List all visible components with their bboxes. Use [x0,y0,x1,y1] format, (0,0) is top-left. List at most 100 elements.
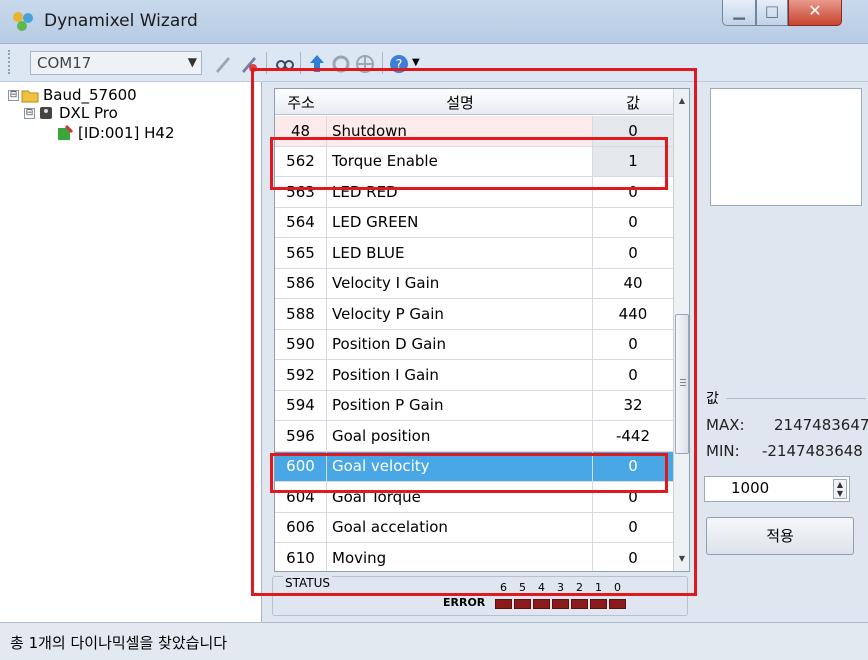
search-icon[interactable] [274,53,296,75]
window-title: Dynamixel Wizard [44,11,198,31]
table-row[interactable]: 564 LED GREEN 0 [275,207,673,238]
info-box [710,88,862,206]
status-bar: 총 1개의 다이나믹셀을 찾았습니다 [0,622,868,660]
row-value[interactable]: 0 [593,543,673,571]
svg-text:?: ? [396,58,403,73]
error-led-indicator [590,599,607,609]
spin-up-icon[interactable]: ▲ [834,480,846,489]
scrollbar[interactable]: ▲ ▼ [673,89,689,571]
control-table: 주소 설명 값 48 Shutdown 0 562 Torque Enable 1 563 L… [274,88,690,572]
table-row[interactable]: 604 Goal Torque 0 [275,482,673,513]
help-dropdown-icon[interactable]: ▼ [412,57,420,68]
row-value[interactable]: 440 [593,299,673,329]
table-row[interactable]: 600 Goal velocity 0 [275,451,673,482]
collapse-icon[interactable]: ⊟ [24,107,35,119]
row-value[interactable]: 40 [593,269,673,299]
row-value[interactable]: 0 [593,208,673,238]
value-input-text[interactable]: 1000 [731,479,769,497]
help-icon[interactable]: ? [388,53,410,75]
row-desc: Goal Torque [327,482,593,512]
table-row[interactable]: 586 Velocity I Gain 40 [275,268,673,299]
device-icon [58,125,74,140]
tree-node-model[interactable]: ⊟ DXL Pro [24,104,118,122]
scroll-thumb[interactable] [675,314,689,454]
row-value[interactable]: 0 [593,330,673,360]
apply-button[interactable]: 적용 [706,517,854,555]
target-icon[interactable] [354,53,376,75]
scroll-down-icon[interactable]: ▼ [674,551,689,567]
table-row[interactable]: 562 Torque Enable 1 [275,146,673,177]
upload-icon[interactable] [306,53,328,75]
divider [726,398,866,399]
row-value[interactable]: 0 [593,482,673,512]
toolbar-grip[interactable] [8,50,11,74]
table-row[interactable]: 588 Velocity P Gain 440 [275,299,673,330]
port-select[interactable]: COM17 ▼ [30,51,202,75]
tree-node-device[interactable]: [ID:001] H42 [56,124,175,142]
row-desc: Position P Gain [327,390,593,420]
row-addr: 590 [275,329,327,359]
row-value[interactable]: 0 [593,116,673,146]
row-addr: 596 [275,421,327,451]
row-value[interactable]: 32 [593,391,673,421]
spin-down-icon[interactable]: ▼ [834,489,846,498]
value-input[interactable]: 1000 ▲ ▼ [704,476,850,502]
row-value[interactable]: 1 [593,146,673,176]
spin-buttons[interactable]: ▲ ▼ [833,479,847,499]
device-tree: ⊟ Baud_57600 ⊟ DXL Pro [ID:001] H42 [0,82,262,622]
row-desc: Torque Enable [327,146,593,176]
column-header-addr[interactable]: 주소 [275,92,327,113]
table-row[interactable]: 610 Moving 0 [275,543,673,571]
row-desc: Goal velocity [327,451,593,481]
table-row[interactable]: 48 Shutdown 0 [275,116,673,147]
table-row[interactable]: 606 Goal accelation 0 [275,512,673,543]
row-value[interactable]: 0 [593,177,673,207]
table-row[interactable]: 594 Position P Gain 32 [275,390,673,421]
minimize-button[interactable]: ▁ [722,0,756,26]
row-addr: 606 [275,512,327,542]
error-led-indicator [609,599,626,609]
chevron-down-icon[interactable]: ▼ [188,55,197,69]
column-header-desc[interactable]: 설명 [327,92,593,113]
status-message: 총 1개의 다이나믹셀을 찾았습니다 [10,634,228,652]
table-row[interactable]: 565 LED BLUE 0 [275,238,673,269]
toolbar: COM17 ▼ ? ▼ [0,44,868,82]
toolbar-separator [382,52,383,74]
table-row[interactable]: 592 Position I Gain 0 [275,360,673,391]
table-row[interactable]: 590 Position D Gain 0 [275,329,673,360]
value-panel: 값 MAX: 2147483647 MIN: -2147483648 1000 … [700,82,868,622]
row-value[interactable]: 0 [593,452,673,482]
table-header: 주소 설명 값 [275,89,673,115]
refresh-icon[interactable] [330,53,352,75]
row-value[interactable]: 0 [593,513,673,543]
table-row[interactable]: 596 Goal position -442 [275,421,673,452]
error-bit-number: 3 [557,581,564,594]
row-value[interactable]: 0 [593,238,673,268]
status-label: STATUS [283,576,333,590]
connect-icon[interactable] [212,53,234,75]
port-value: COM17 [37,54,92,72]
maximize-button[interactable]: □ [756,0,788,26]
row-desc: Goal position [327,421,593,451]
table-row[interactable]: 563 LED RED 0 [275,177,673,208]
collapse-icon[interactable]: ⊟ [8,89,19,101]
row-addr: 600 [275,451,327,481]
close-icon: ✕ [808,1,822,20]
row-value[interactable]: 0 [593,360,673,390]
title-bar: Dynamixel Wizard ▁ □ ✕ [0,0,868,44]
row-addr: 565 [275,238,327,268]
status-group: STATUS ERROR 6543210 [272,576,688,616]
row-addr: 564 [275,207,327,237]
row-desc: Position I Gain [327,360,593,390]
close-button[interactable]: ✕ [788,0,842,26]
error-label: ERROR [443,596,486,609]
tree-node-baud[interactable]: ⊟ Baud_57600 [8,86,137,104]
row-desc: LED RED [327,177,593,207]
disconnect-icon[interactable] [238,53,260,75]
row-desc: Moving [327,543,593,571]
tree-label-model: DXL Pro [59,104,118,122]
scroll-up-icon[interactable]: ▲ [674,93,689,109]
row-value[interactable]: -442 [593,421,673,451]
column-header-value[interactable]: 값 [593,92,673,113]
value-label: 값 [706,391,719,407]
